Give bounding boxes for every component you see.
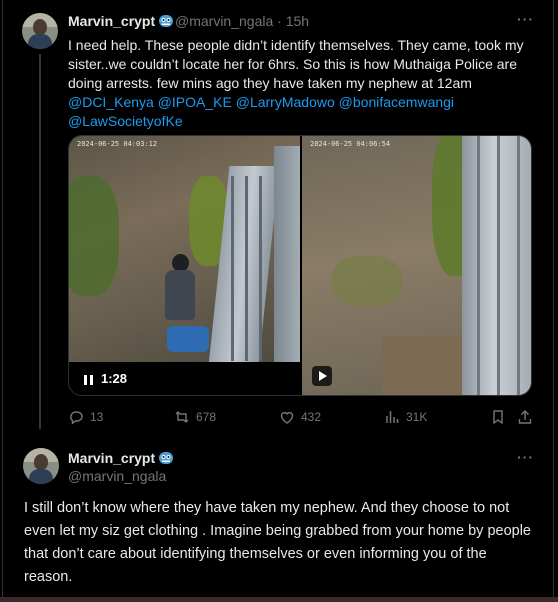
repost-button[interactable]: 678 [174,407,216,427]
heart-icon [280,411,294,424]
like-button[interactable]: 432 [279,407,321,427]
post2-author-name[interactable]: Marvin_crypt [68,450,174,466]
repost-icon [175,411,189,423]
video-duration: 1:28 [101,371,128,386]
play-icon[interactable] [312,366,332,386]
post1-media[interactable]: 2024-06-25 04:03:12 1:28 2024-06-25 04:0… [68,135,532,396]
mention-link[interactable]: @DCI_Kenya [68,94,154,110]
post1-handle-time[interactable]: @marvin_ngala · 15h [175,13,309,29]
reply-icon [70,411,83,425]
reply-count: 13 [90,410,104,424]
mention-link[interactable]: @IPOA_KE [158,94,232,110]
mention-link[interactable]: @bonifacemwangi [339,94,454,110]
video-controls: 1:28 [69,362,300,395]
avatar[interactable] [23,448,59,484]
views-icon [386,411,399,423]
emoji-badge-icon [159,15,174,27]
mention-link[interactable]: @LawSocietyofKe [68,113,183,129]
post2-text: I still don’t know where they have taken… [24,500,531,585]
more-options-icon[interactable]: ··· [517,11,534,27]
views-count: 31K [406,410,428,424]
bookmark-button[interactable] [490,407,512,427]
post1-author-name[interactable]: Marvin_crypt [68,13,174,29]
video-timestamp-overlay: 2024-06-25 04:03:12 [77,140,158,148]
share-icon [518,410,532,424]
pause-icon[interactable] [84,375,93,385]
bottom-divider [0,597,558,602]
video-player-2[interactable]: 2024-06-25 04:06:54 [302,136,531,395]
repost-count: 678 [196,410,217,424]
reply-button[interactable]: 13 [68,407,103,427]
post1-action-bar: 13 678 432 31K [68,407,536,427]
mention-link[interactable]: @LarryMadowo [236,94,335,110]
more-options-icon[interactable]: ··· [517,449,534,465]
video-player-1[interactable]: 2024-06-25 04:03:12 [69,136,300,362]
avatar[interactable] [22,13,58,49]
emoji-badge-icon [159,452,174,464]
post1-text: I need help. These people didn’t identif… [68,36,536,131]
thread-connector-line [39,54,41,429]
post2-handle[interactable]: @marvin_ngala [68,468,166,484]
share-button[interactable] [517,407,539,427]
post1-body: I need help. These people didn’t identif… [68,37,524,91]
bookmark-icon [493,410,503,425]
like-count: 432 [301,410,322,424]
video-timestamp-overlay: 2024-06-25 04:06:54 [310,140,391,148]
views-button[interactable]: 31K [384,407,427,427]
